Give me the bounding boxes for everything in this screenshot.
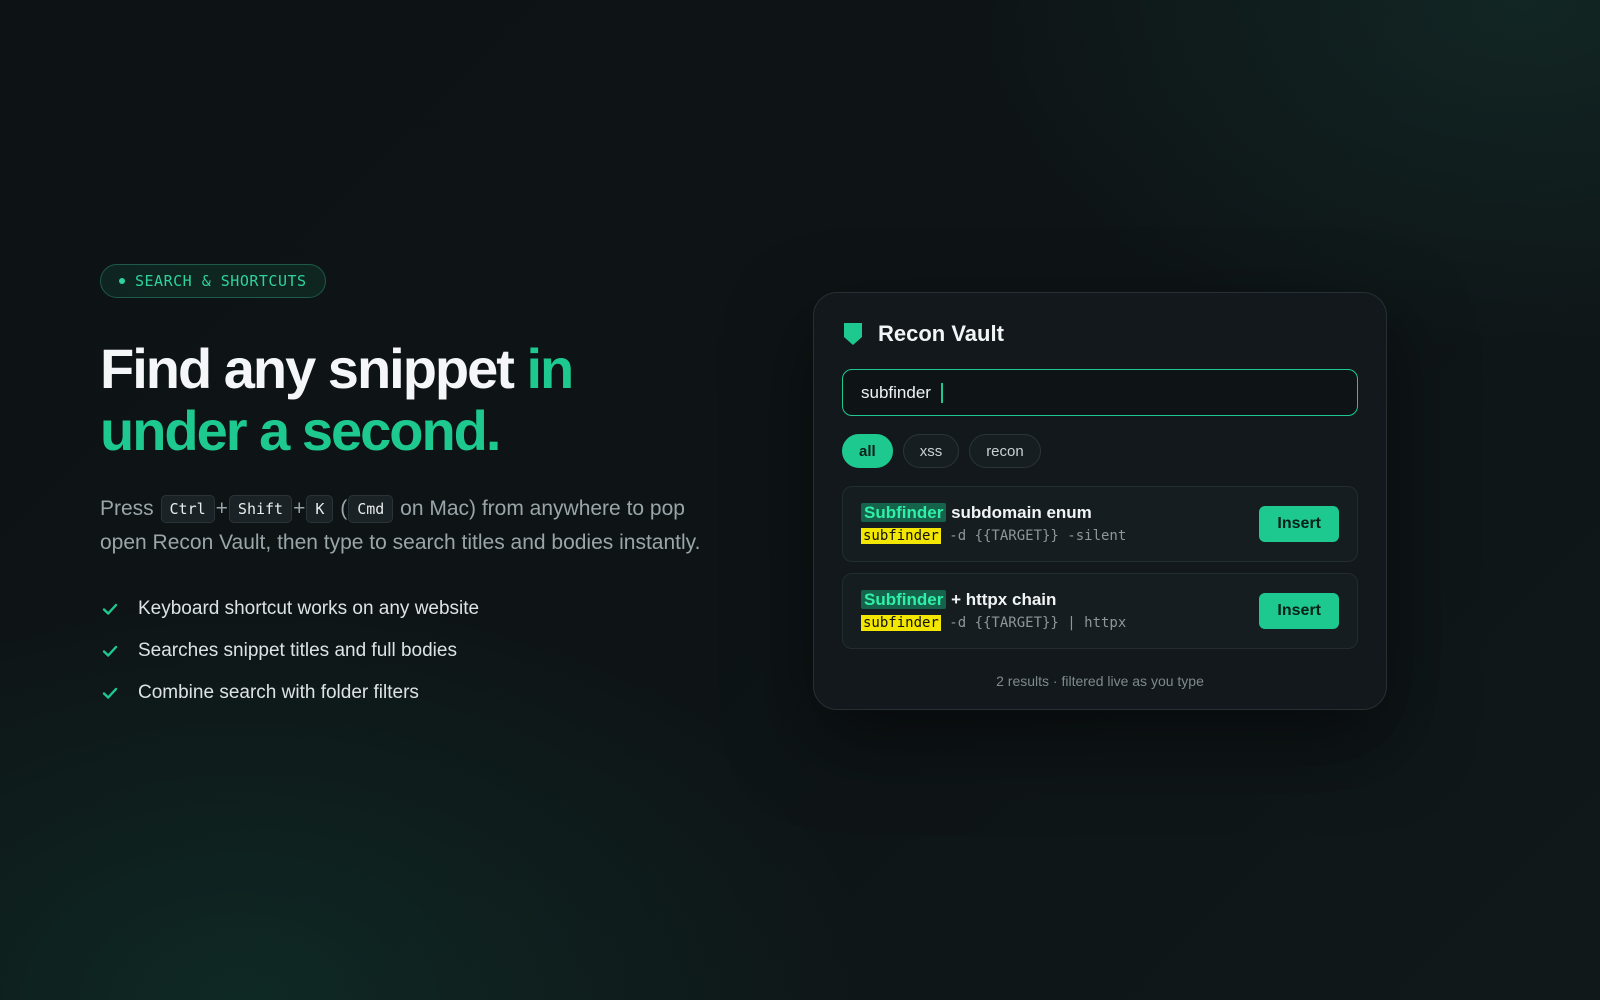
search-value: subfinder xyxy=(861,382,931,402)
body-rest: -d {{TARGET}} -silent xyxy=(940,528,1127,544)
list-item: Searches snippet titles and full bodies xyxy=(100,630,720,672)
badge-label: SEARCH & SHORTCUTS xyxy=(135,272,307,290)
insert-button[interactable]: Insert xyxy=(1259,593,1339,629)
feature-text: Searches snippet titles and full bodies xyxy=(138,640,457,661)
kbd-cmd: Cmd xyxy=(348,495,394,523)
kbd-ctrl: Ctrl xyxy=(160,495,215,523)
title-match-highlight: Subfinder xyxy=(861,503,947,522)
text-caret xyxy=(940,382,943,403)
title-rest: subdomain enum xyxy=(946,503,1092,522)
search-input[interactable]: subfinder xyxy=(842,369,1358,416)
result-item[interactable]: Subfinder subdomain enum subfinder -d {{… xyxy=(842,486,1358,562)
page-title: Find any snippet in under a second. xyxy=(100,338,720,462)
check-icon xyxy=(102,603,118,615)
result-title: Subfinder + httpx chain xyxy=(861,589,1126,611)
shield-icon xyxy=(844,323,862,345)
check-icon xyxy=(102,687,118,699)
kbd-shift: Shift xyxy=(228,495,293,523)
hero-description: Press Ctrl + Shift + K (Cmd on Mac) from any… xyxy=(100,492,710,560)
check-icon xyxy=(102,645,118,657)
list-item: Combine search with folder filters xyxy=(100,672,720,714)
result-body: subfinder -d {{TARGET}} | httpx xyxy=(861,613,1126,633)
body-match-highlight: subfinder xyxy=(861,528,941,544)
popup-header: Recon Vault xyxy=(842,319,1358,349)
section-badge: SEARCH & SHORTCUTS xyxy=(100,264,326,298)
desc-paren: ( xyxy=(340,497,348,520)
feature-list: Keyboard shortcut works on any website S… xyxy=(100,588,720,714)
result-content: Subfinder subdomain enum subfinder -d {{… xyxy=(861,502,1126,546)
title-rest: + httpx chain xyxy=(946,590,1057,609)
feature-text: Keyboard shortcut works on any website xyxy=(138,598,480,619)
badge-dot-icon xyxy=(119,278,125,284)
hero-section: SEARCH & SHORTCUTS Find any snippet in u… xyxy=(100,264,720,714)
title-match-highlight: Subfinder xyxy=(861,590,947,609)
desc-press: Press xyxy=(100,497,154,520)
results-count: 2 results · filtered live as you type xyxy=(996,673,1204,689)
list-item: Keyboard shortcut works on any website xyxy=(100,588,720,630)
popup-title: Recon Vault xyxy=(878,321,1004,346)
result-content: Subfinder + httpx chain subfinder -d {{T… xyxy=(861,589,1126,633)
result-item[interactable]: Subfinder + httpx chain subfinder -d {{T… xyxy=(842,573,1358,649)
result-title: Subfinder subdomain enum xyxy=(861,502,1126,524)
feature-text: Combine search with folder filters xyxy=(138,682,419,703)
kbd-plus: + xyxy=(293,497,306,520)
kbd-plus: + xyxy=(215,497,228,520)
result-body: subfinder -d {{TARGET}} -silent xyxy=(861,526,1126,546)
body-match-highlight: subfinder xyxy=(861,615,941,631)
kbd-k: K xyxy=(306,495,334,523)
filter-chip-all[interactable]: all xyxy=(842,434,893,468)
body-rest: -d {{TARGET}} | httpx xyxy=(940,615,1127,631)
filter-chip-recon[interactable]: recon xyxy=(969,434,1041,468)
folder-filters: all xss recon xyxy=(842,434,1358,468)
filter-chip-xss[interactable]: xss xyxy=(902,434,960,468)
recon-vault-popup: Recon Vault subfinder all xss recon Subf… xyxy=(813,292,1387,710)
headline-plain: Find any snippet xyxy=(100,337,527,400)
insert-button[interactable]: Insert xyxy=(1259,506,1339,542)
